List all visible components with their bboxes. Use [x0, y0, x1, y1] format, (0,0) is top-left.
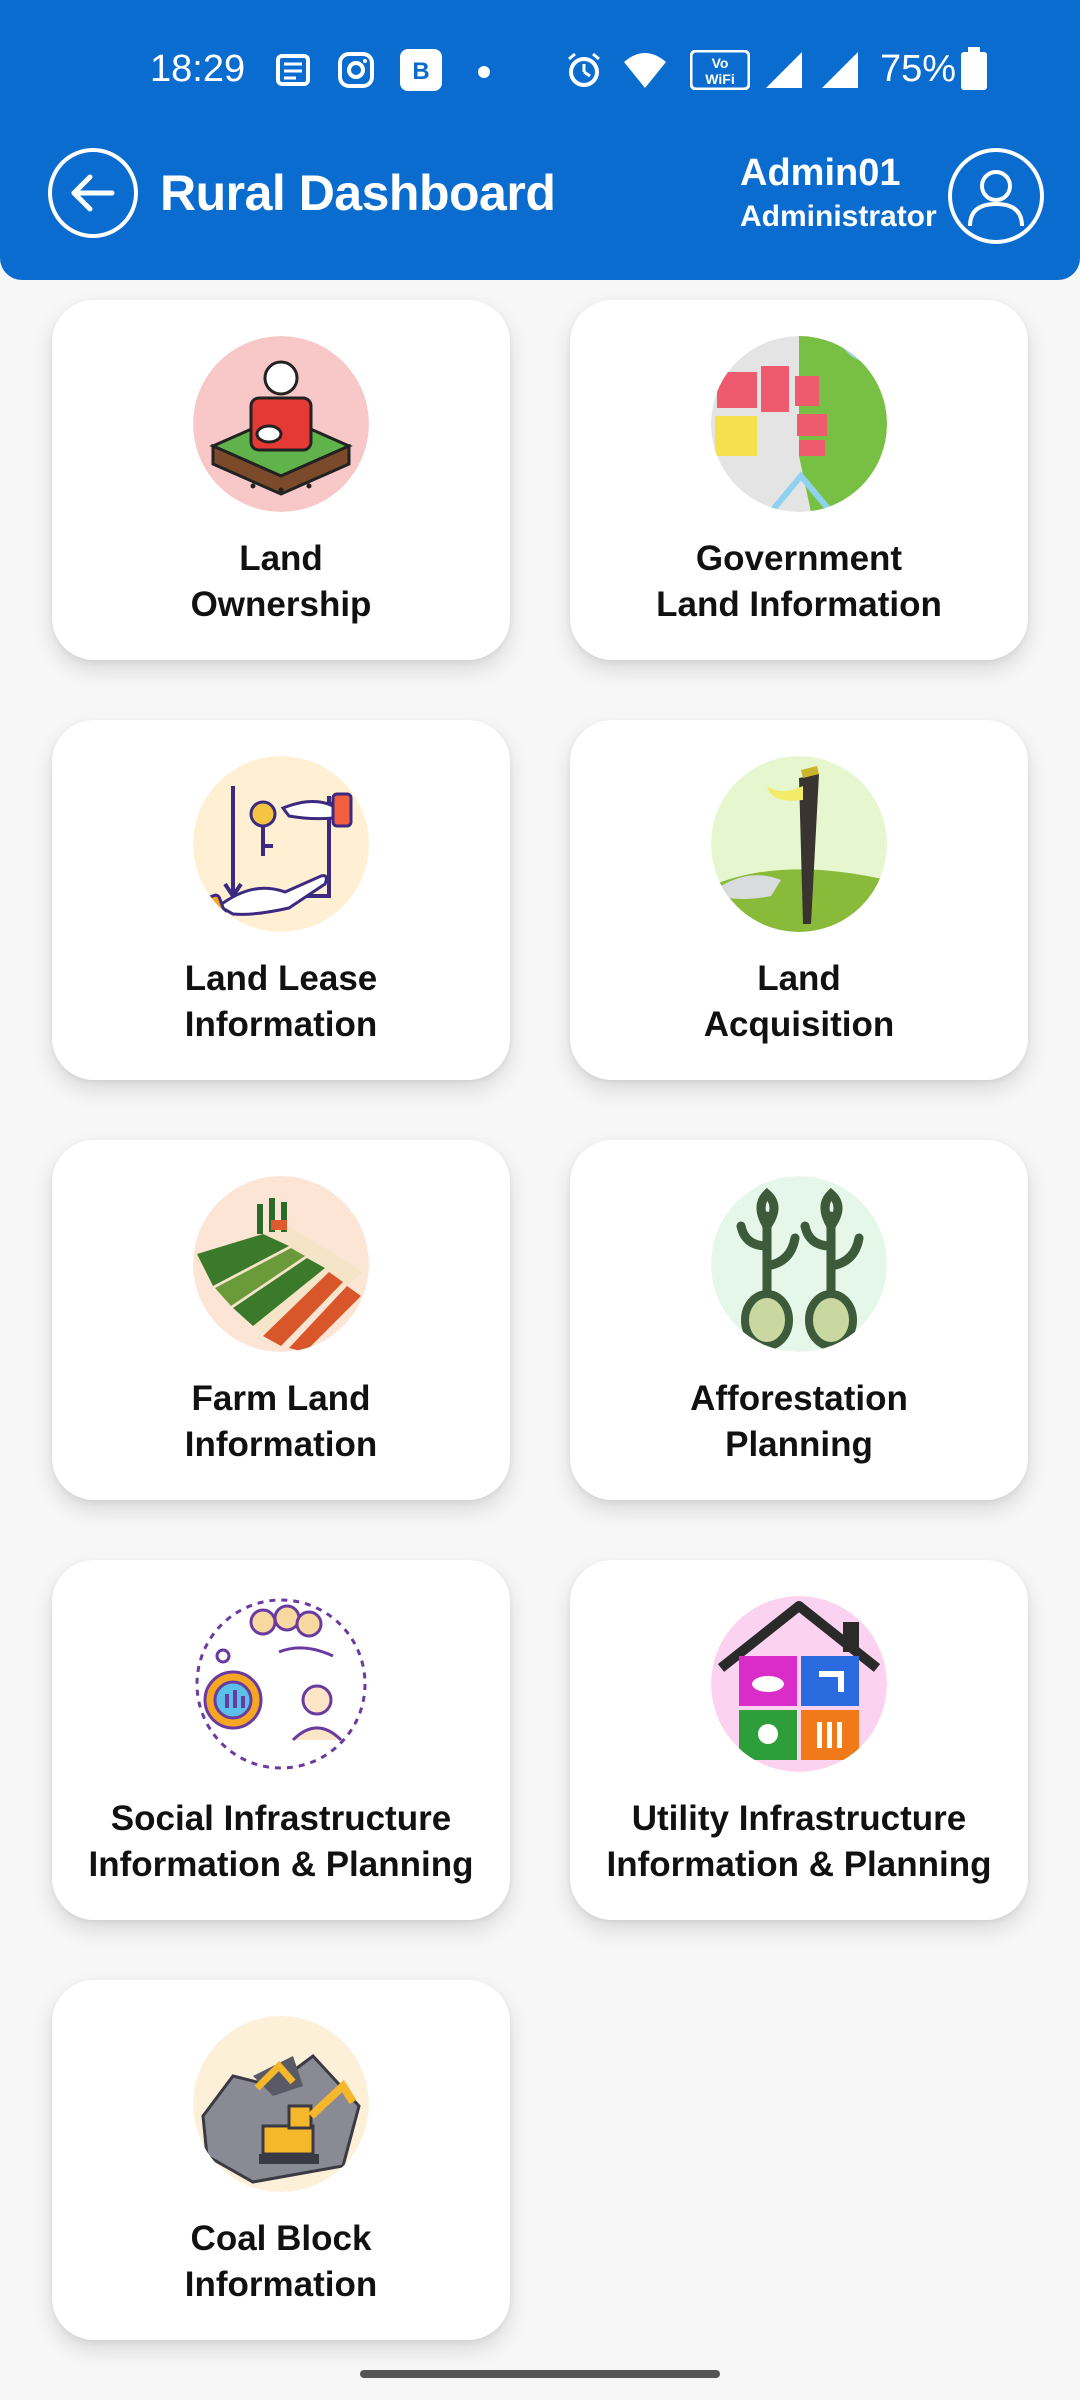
card-utility-infrastructure[interactable]: Utility Infrastructure Information & Pla…	[570, 1560, 1028, 1920]
news-icon	[276, 54, 310, 86]
user-role: Administrator	[740, 200, 937, 233]
card-label: Coal Block Information	[184, 2219, 378, 2304]
card-label: Land Acquisition	[703, 959, 895, 1044]
back-button[interactable]	[48, 148, 138, 238]
app-header: 18:29 B Vo WiFi 75% Rural Dashboard Admin…	[0, 0, 1080, 280]
card-label: Farm Land Information	[184, 1379, 378, 1464]
dot-icon	[478, 66, 490, 78]
page-title: Rural Dashboard	[160, 165, 556, 221]
arrow-left-icon	[71, 174, 115, 212]
farm-land-icon	[193, 1176, 369, 1352]
wifi-icon	[624, 53, 666, 88]
card-label: Government Land Information	[656, 539, 942, 624]
vowifi-icon: VoWiFi	[690, 50, 750, 90]
card-land-lease-information[interactable]: Land Lease Information	[52, 720, 510, 1080]
utility-house-icon	[711, 1596, 887, 1772]
land-acquisition-flag-icon	[711, 756, 887, 932]
land-ownership-icon	[193, 336, 369, 512]
alarm-icon	[568, 52, 600, 87]
signal-icon	[822, 52, 858, 88]
card-farm-land-information[interactable]: Farm Land Information	[52, 1140, 510, 1500]
card-label: Land Lease Information	[184, 959, 378, 1044]
svg-text:WiFi: WiFi	[705, 71, 734, 87]
card-label: Social Infrastructure Information & Plan…	[88, 1799, 474, 1884]
land-lease-key-icon	[193, 756, 369, 932]
status-bar: 18:29 B Vo WiFi 75%	[0, 0, 1080, 140]
gesture-nav-bar[interactable]	[360, 2370, 720, 2378]
battery-percentage: 75%	[880, 48, 957, 90]
card-label: Land Ownership	[190, 539, 372, 624]
user-icon	[968, 170, 1024, 227]
instagram-icon	[338, 52, 374, 88]
card-label: Afforestation Planning	[690, 1379, 908, 1464]
card-coal-block-information[interactable]: Coal Block Information	[52, 1980, 510, 2340]
card-social-infrastructure[interactable]: Social Infrastructure Information & Plan…	[52, 1560, 510, 1920]
card-label: Utility Infrastructure Information & Pla…	[606, 1799, 992, 1884]
signal-icon	[766, 52, 802, 88]
social-infrastructure-icon	[193, 1596, 369, 1772]
svg-text:Vo: Vo	[712, 55, 729, 71]
government-land-map-icon	[711, 336, 887, 512]
card-government-land-information[interactable]: Government Land Information	[570, 300, 1028, 660]
battery-icon	[961, 47, 987, 90]
afforestation-trees-icon	[711, 1176, 887, 1352]
b-app-icon: B	[400, 49, 442, 91]
coal-mining-excavator-icon	[193, 2016, 369, 2192]
status-time: 18:29	[150, 48, 246, 90]
svg-text:B: B	[412, 58, 429, 85]
card-land-ownership[interactable]: Land Ownership	[52, 300, 510, 660]
user-name: Admin01	[740, 152, 901, 194]
card-afforestation-planning[interactable]: Afforestation Planning	[570, 1140, 1028, 1500]
avatar[interactable]	[948, 148, 1044, 244]
card-land-acquisition[interactable]: Land Acquisition	[570, 720, 1028, 1080]
